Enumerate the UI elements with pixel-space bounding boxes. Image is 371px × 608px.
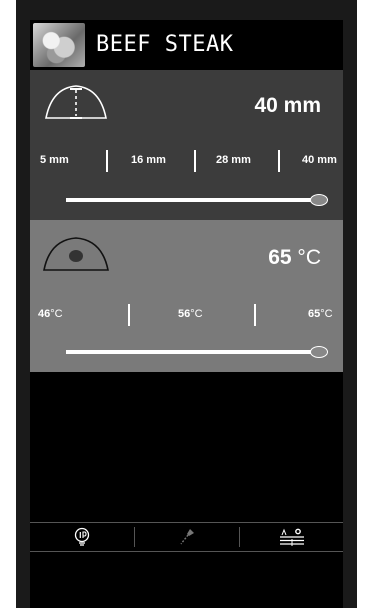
tick-number: 65: [308, 308, 321, 320]
page-title: BEEF STEAK: [96, 32, 234, 57]
tick-number: 46: [38, 308, 51, 320]
thickness-slider-track[interactable]: [66, 198, 312, 202]
pin-icon: [180, 529, 194, 545]
tick-label: 56°C: [178, 308, 203, 320]
tick-label: 16 mm: [131, 154, 166, 166]
temperature-slider-handle[interactable]: [310, 346, 328, 358]
settings-button[interactable]: [240, 523, 344, 551]
tick-label: 5 mm: [40, 154, 69, 166]
device-frame: BEEF STEAK 40 mm 5 mm 16 mm 28 mm 40 mm: [16, 0, 357, 608]
core-temperature-panel[interactable]: 65 °C 46°C 56°C 65°C: [30, 220, 343, 372]
thickness-slider-handle[interactable]: [310, 194, 328, 206]
lightbulb-info-button[interactable]: [30, 523, 134, 551]
thickness-icon: [45, 85, 107, 119]
bottom-toolbar: [30, 522, 343, 552]
tick-number: 56: [178, 308, 191, 320]
tick-unit: °C: [190, 308, 203, 320]
tick-label: 46°C: [38, 308, 63, 320]
steak-thumbnail-icon: [33, 23, 85, 67]
screen: BEEF STEAK 40 mm 5 mm 16 mm 28 mm 40 mm: [30, 20, 343, 608]
pin-button[interactable]: [135, 523, 239, 551]
core-temperature-icon: [43, 237, 109, 271]
tick-separator: [106, 150, 108, 172]
lightbulb-info-icon: [74, 527, 90, 546]
temperature-number: 65: [268, 246, 292, 269]
header: BEEF STEAK: [30, 20, 343, 70]
tick-separator: [194, 150, 196, 172]
tick-label: 28 mm: [216, 154, 251, 166]
tick-separator: [254, 304, 256, 326]
thickness-value: 40 mm: [254, 94, 321, 117]
tick-separator: [278, 150, 280, 172]
tick-label: 40 mm: [302, 154, 337, 166]
tick-label: 65°C: [308, 308, 333, 320]
tick-unit: °C: [320, 308, 333, 320]
thickness-ticks: 5 mm 16 mm 28 mm 40 mm: [30, 150, 343, 174]
tick-separator: [128, 304, 130, 326]
settings-icon: [280, 528, 304, 546]
temperature-value: 65 °C: [268, 246, 321, 270]
thickness-panel[interactable]: 40 mm 5 mm 16 mm 28 mm 40 mm: [30, 70, 343, 220]
tick-unit: °C: [50, 308, 63, 320]
temperature-slider-track[interactable]: [66, 350, 312, 354]
temperature-unit: °C: [297, 246, 321, 269]
temperature-ticks: 46°C 56°C 65°C: [30, 304, 343, 328]
